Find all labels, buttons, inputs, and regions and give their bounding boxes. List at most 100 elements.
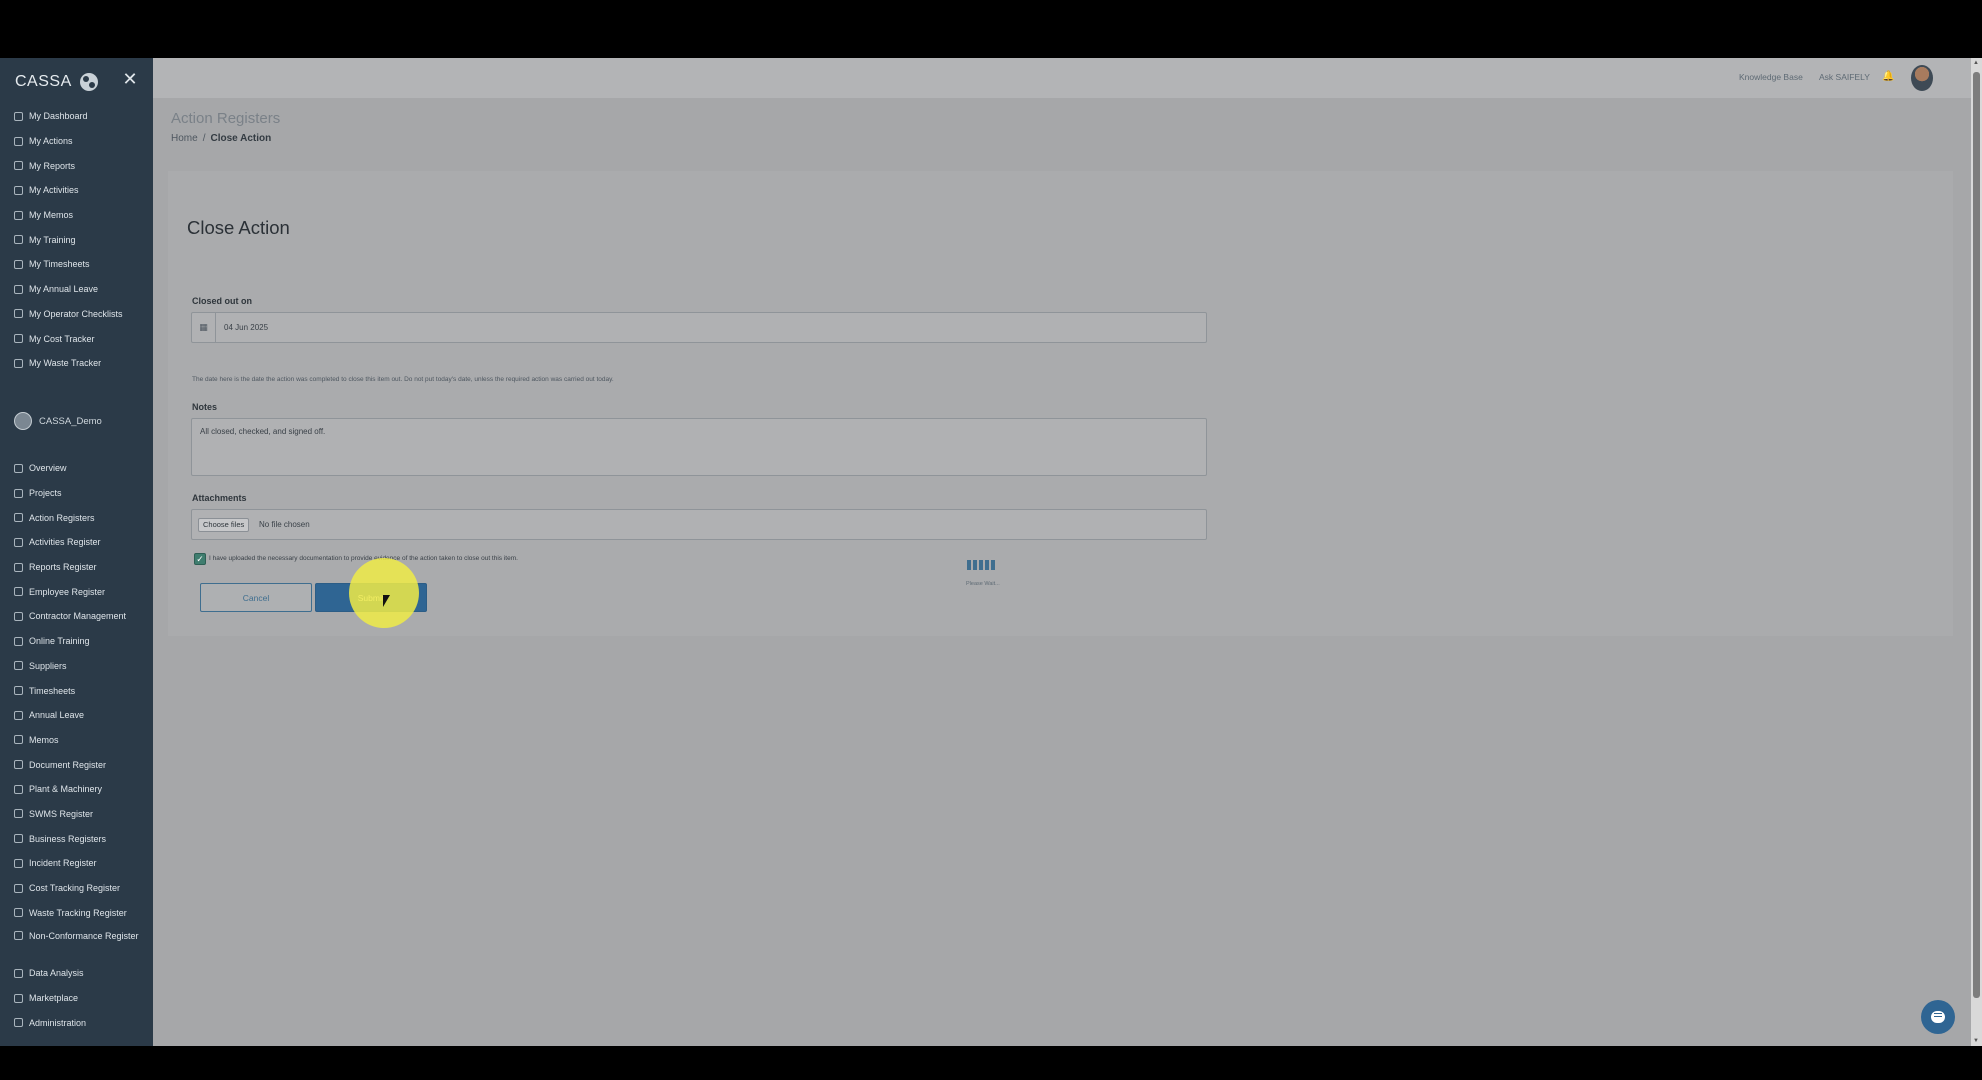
sidebar-item-label: My Timesheets: [29, 259, 90, 270]
sidebar-item-data-analysis[interactable]: Data Analysis: [0, 961, 153, 986]
sidebar-item-cost-tracking-register[interactable]: Cost Tracking Register: [0, 876, 153, 901]
sidebar-item-my-training[interactable]: My Training: [0, 227, 153, 252]
nav-icon: [14, 259, 23, 269]
sidebar-item-document-register[interactable]: Document Register: [0, 752, 153, 777]
nav-icon: [14, 358, 23, 368]
sidebar-item-my-annual-leave[interactable]: My Annual Leave: [0, 277, 153, 302]
sidebar-item-label: Contractor Management: [29, 611, 127, 622]
nav-icon: [14, 587, 23, 597]
sidebar-item-action-registers[interactable]: Action Registers: [0, 505, 153, 530]
sidebar-item-label: Annual Leave: [29, 710, 85, 721]
loading-spinner: [967, 560, 995, 570]
nav-icon: [14, 993, 23, 1003]
nav-icon: [14, 136, 23, 146]
sidebar-item-marketplace[interactable]: Marketplace: [0, 986, 153, 1011]
sidebar-item-overview[interactable]: Overview: [0, 456, 153, 481]
scroll-down-icon[interactable]: ▼: [1973, 1038, 1979, 1044]
form-title: Close Action: [187, 217, 290, 238]
sidebar-item-label: Suppliers: [29, 660, 67, 671]
app-window: CASSA ✕ My Dashboard My Actions My Reports…: [0, 58, 1982, 1046]
sidebar-item-my-timesheets[interactable]: My Timesheets: [0, 252, 153, 277]
sidebar-item-non-conformance-register[interactable]: Non-Conformance Register: [0, 925, 153, 961]
nav-icon: [14, 809, 23, 819]
sidebar-item-employee-register[interactable]: Employee Register: [0, 579, 153, 604]
sidebar-item-suppliers[interactable]: Suppliers: [0, 654, 153, 679]
sidebar-item-label: My Operator Checklists: [29, 308, 123, 319]
sidebar-item-label: Overview: [29, 463, 67, 474]
notes-textarea[interactable]: All closed, checked, and signed off.: [191, 418, 1207, 476]
sidebar-item-my-operator-checklists[interactable]: My Operator Checklists: [0, 302, 153, 327]
cancel-button[interactable]: Cancel: [200, 583, 312, 612]
sidebar-item-label: Marketplace: [29, 993, 79, 1004]
close-icon[interactable]: ✕: [121, 70, 139, 88]
nav-icon: [14, 834, 23, 844]
org-nav: Overview Projects Action Registers Activiti…: [0, 456, 153, 1035]
nav-icon: [14, 908, 23, 918]
scrollbar[interactable]: ▲ ▼: [1971, 58, 1982, 1046]
nav-icon: [14, 661, 23, 671]
nav-icon: [14, 210, 23, 220]
sidebar-item-plant-machinery[interactable]: Plant & Machinery: [0, 777, 153, 802]
nav-icon: [14, 968, 23, 978]
nav-icon: [14, 931, 23, 941]
sidebar-item-my-actions[interactable]: My Actions: [0, 129, 153, 154]
nav-icon: [14, 309, 23, 319]
calendar-icon[interactable]: ▦: [192, 313, 216, 342]
ask-saifely-link[interactable]: Ask SAIFELY: [1819, 72, 1870, 82]
sidebar-item-label: Non-Conformance Register: [29, 931, 139, 942]
sidebar-item-my-memos[interactable]: My Memos: [0, 203, 153, 228]
nav-icon: [14, 334, 23, 344]
submit-button[interactable]: Submit: [315, 583, 427, 612]
sidebar-item-label: My Memos: [29, 210, 74, 221]
sidebar-item-label: Activities Register: [29, 537, 101, 548]
nav-icon: [14, 537, 23, 547]
sidebar-item-my-dashboard[interactable]: My Dashboard: [0, 104, 153, 129]
choose-files-button[interactable]: Choose files: [198, 518, 250, 532]
confirm-checkbox[interactable]: ✓: [194, 553, 206, 565]
notes-label: Notes: [192, 402, 218, 412]
sidebar-item-contractor-management[interactable]: Contractor Management: [0, 604, 153, 629]
sidebar-item-incident-register[interactable]: Incident Register: [0, 851, 153, 876]
avatar[interactable]: [1911, 65, 1933, 91]
attachments-input[interactable]: Choose files No file chosen: [191, 509, 1207, 540]
sidebar-item-label: My Activities: [29, 185, 79, 196]
breadcrumb-home[interactable]: Home: [171, 133, 198, 144]
chat-button[interactable]: [1921, 1000, 1955, 1034]
closed-out-date-input[interactable]: ▦ 04 Jun 2025: [191, 312, 1207, 343]
scroll-up-icon[interactable]: ▲: [1973, 60, 1979, 66]
sidebar-item-business-registers[interactable]: Business Registers: [0, 826, 153, 851]
sidebar-item-administration[interactable]: Administration: [0, 1010, 153, 1035]
nav-icon: [14, 883, 23, 893]
page-title: Action Registers: [171, 110, 281, 127]
sidebar-item-projects[interactable]: Projects: [0, 481, 153, 506]
sidebar-item-my-waste-tracker[interactable]: My Waste Tracker: [0, 351, 153, 376]
org-name: CASSA_Demo: [39, 415, 102, 427]
scrollbar-thumb[interactable]: [1973, 72, 1980, 998]
sidebar-item-timesheets[interactable]: Timesheets: [0, 678, 153, 703]
sidebar-item-label: Administration: [29, 1017, 87, 1028]
sidebar-item-annual-leave[interactable]: Annual Leave: [0, 703, 153, 728]
sidebar-item-label: Action Registers: [29, 512, 95, 523]
breadcrumb-separator: /: [202, 133, 206, 144]
sidebar-item-memos[interactable]: Memos: [0, 728, 153, 753]
sidebar-item-swms-register[interactable]: SWMS Register: [0, 802, 153, 827]
org-switcher[interactable]: CASSA_Demo: [14, 412, 102, 430]
sidebar-item-my-activities[interactable]: My Activities: [0, 178, 153, 203]
sidebar-item-activities-register[interactable]: Activities Register: [0, 530, 153, 555]
sidebar-item-online-training[interactable]: Online Training: [0, 629, 153, 654]
nav-icon: [14, 611, 23, 621]
knowledge-base-link[interactable]: Knowledge Base: [1739, 72, 1803, 82]
sidebar-item-my-cost-tracker[interactable]: My Cost Tracker: [0, 326, 153, 351]
brand[interactable]: CASSA: [15, 70, 98, 94]
breadcrumb: Home / Close Action: [171, 133, 271, 144]
sidebar-item-reports-register[interactable]: Reports Register: [0, 555, 153, 580]
bell-icon[interactable]: 🔔: [1882, 71, 1894, 83]
sidebar-item-label: Waste Tracking Register: [29, 907, 127, 918]
sidebar-item-waste-tracking-register[interactable]: Waste Tracking Register: [0, 900, 153, 925]
nav-icon: [14, 185, 23, 195]
date-help-text: The date here is the date the action was…: [192, 376, 614, 383]
chat-icon: [1931, 1011, 1945, 1023]
sidebar-item-my-reports[interactable]: My Reports: [0, 153, 153, 178]
nav-icon: [14, 562, 23, 572]
sidebar-item-label: My Actions: [29, 136, 73, 147]
